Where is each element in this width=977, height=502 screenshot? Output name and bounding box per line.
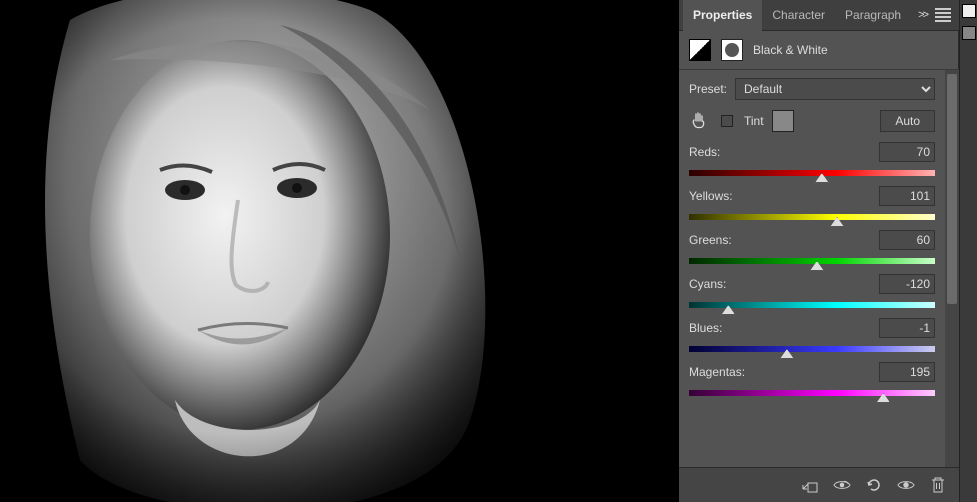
adjustment-name: Black & White [753,43,828,57]
blues-slider[interactable] [689,342,935,356]
visibility-icon[interactable] [897,476,915,494]
yellows-value-input[interactable] [879,186,935,206]
slider-greens: Greens: [689,230,935,268]
panel-tabs: Properties Character Paragraph >> [679,0,959,31]
magentas-slider[interactable] [689,386,935,400]
panel-menu-icon[interactable] [935,6,951,24]
adjustment-type-icon[interactable] [689,39,711,61]
slider-cyans: Cyans: [689,274,935,312]
preset-row: Preset: Default [689,78,935,100]
sidebar-swatch-icon[interactable] [962,4,976,18]
layer-mask-thumb[interactable] [721,39,743,61]
panel-body: Preset: Default Tint Auto [679,70,959,502]
adjustment-header: Black & White [679,31,959,70]
clip-to-layer-icon[interactable] [801,476,819,494]
collapsed-sidebar[interactable] [959,0,977,502]
cyans-slider[interactable] [689,298,935,312]
properties-panel: Properties Character Paragraph >> Black … [679,0,959,502]
tab-properties[interactable]: Properties [683,0,762,30]
cyans-value-input[interactable] [879,274,935,294]
sidebar-swatch-icon[interactable] [962,26,976,40]
trash-icon[interactable] [929,476,947,494]
scrollbar-thumb[interactable] [947,74,957,304]
panel-footer [679,467,959,502]
panel-scrollbar[interactable] [945,70,959,468]
tint-row: Tint Auto [689,110,935,132]
document-canvas[interactable] [0,0,679,502]
app-root: Properties Character Paragraph >> Black … [0,0,977,502]
preset-select[interactable]: Default [735,78,935,100]
tab-character[interactable]: Character [762,0,835,30]
tint-checkbox[interactable] [721,115,733,127]
magentas-value-input[interactable] [879,362,935,382]
reset-icon[interactable] [865,476,883,494]
slider-yellows: Yellows: [689,186,935,224]
slider-reds: Reds: [689,142,935,180]
slider-label: Blues: [689,321,722,335]
slider-label: Greens: [689,233,732,247]
slider-blues: Blues: [689,318,935,356]
tint-swatch[interactable] [772,110,794,132]
reds-value-input[interactable] [879,142,935,162]
slider-label: Yellows: [689,189,733,203]
blues-value-input[interactable] [879,318,935,338]
slider-label: Reds: [689,145,720,159]
greens-value-input[interactable] [879,230,935,250]
view-previous-icon[interactable] [833,476,851,494]
reds-slider[interactable] [689,166,935,180]
tint-label: Tint [744,114,764,128]
targeted-adjust-icon[interactable] [689,111,709,131]
greens-slider[interactable] [689,254,935,268]
portrait-image [0,0,520,502]
slider-magentas: Magentas: [689,362,935,400]
expand-panels-icon[interactable]: >> [918,9,927,21]
slider-label: Magentas: [689,365,745,379]
yellows-slider[interactable] [689,210,935,224]
preset-label: Preset: [689,82,727,96]
tab-paragraph[interactable]: Paragraph [835,0,911,30]
slider-label: Cyans: [689,277,726,291]
auto-button[interactable]: Auto [880,110,935,132]
